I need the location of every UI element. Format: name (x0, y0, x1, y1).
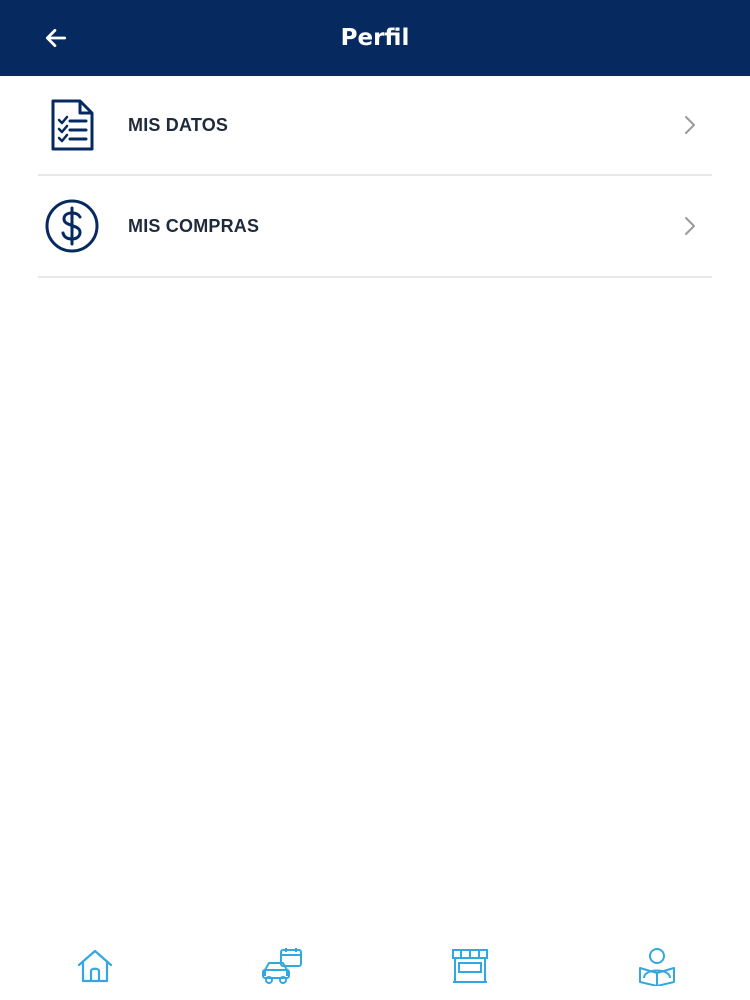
person-book-icon (639, 948, 675, 986)
profile-screen: Perfil MIS DATOS MIS COMPRAS (0, 0, 750, 1000)
nav-vehicles[interactable] (261, 944, 305, 988)
top-app-bar: Perfil (0, 0, 750, 76)
nav-profile[interactable] (635, 944, 679, 988)
arrow-left-icon (45, 29, 67, 47)
nav-store[interactable] (448, 944, 492, 988)
home-icon (77, 949, 113, 983)
chevron-right-icon (682, 115, 698, 135)
menu-item-mis-compras[interactable]: MIS COMPRAS (38, 176, 712, 278)
back-button[interactable] (38, 20, 74, 56)
profile-menu: MIS DATOS MIS COMPRAS (38, 76, 712, 278)
menu-item-mis-datos[interactable]: MIS DATOS (38, 76, 712, 176)
store-icon (452, 949, 488, 983)
page-title: Perfil (340, 25, 410, 51)
bottom-navigation (0, 930, 750, 1000)
nav-home[interactable] (73, 944, 117, 988)
dollar-circle-icon (44, 198, 100, 254)
chevron-right-icon (682, 216, 698, 236)
menu-item-label: MIS DATOS (128, 114, 229, 135)
car-calendar-icon (262, 948, 302, 984)
menu-item-label: MIS COMPRAS (128, 215, 260, 236)
document-checklist-icon (44, 97, 100, 153)
